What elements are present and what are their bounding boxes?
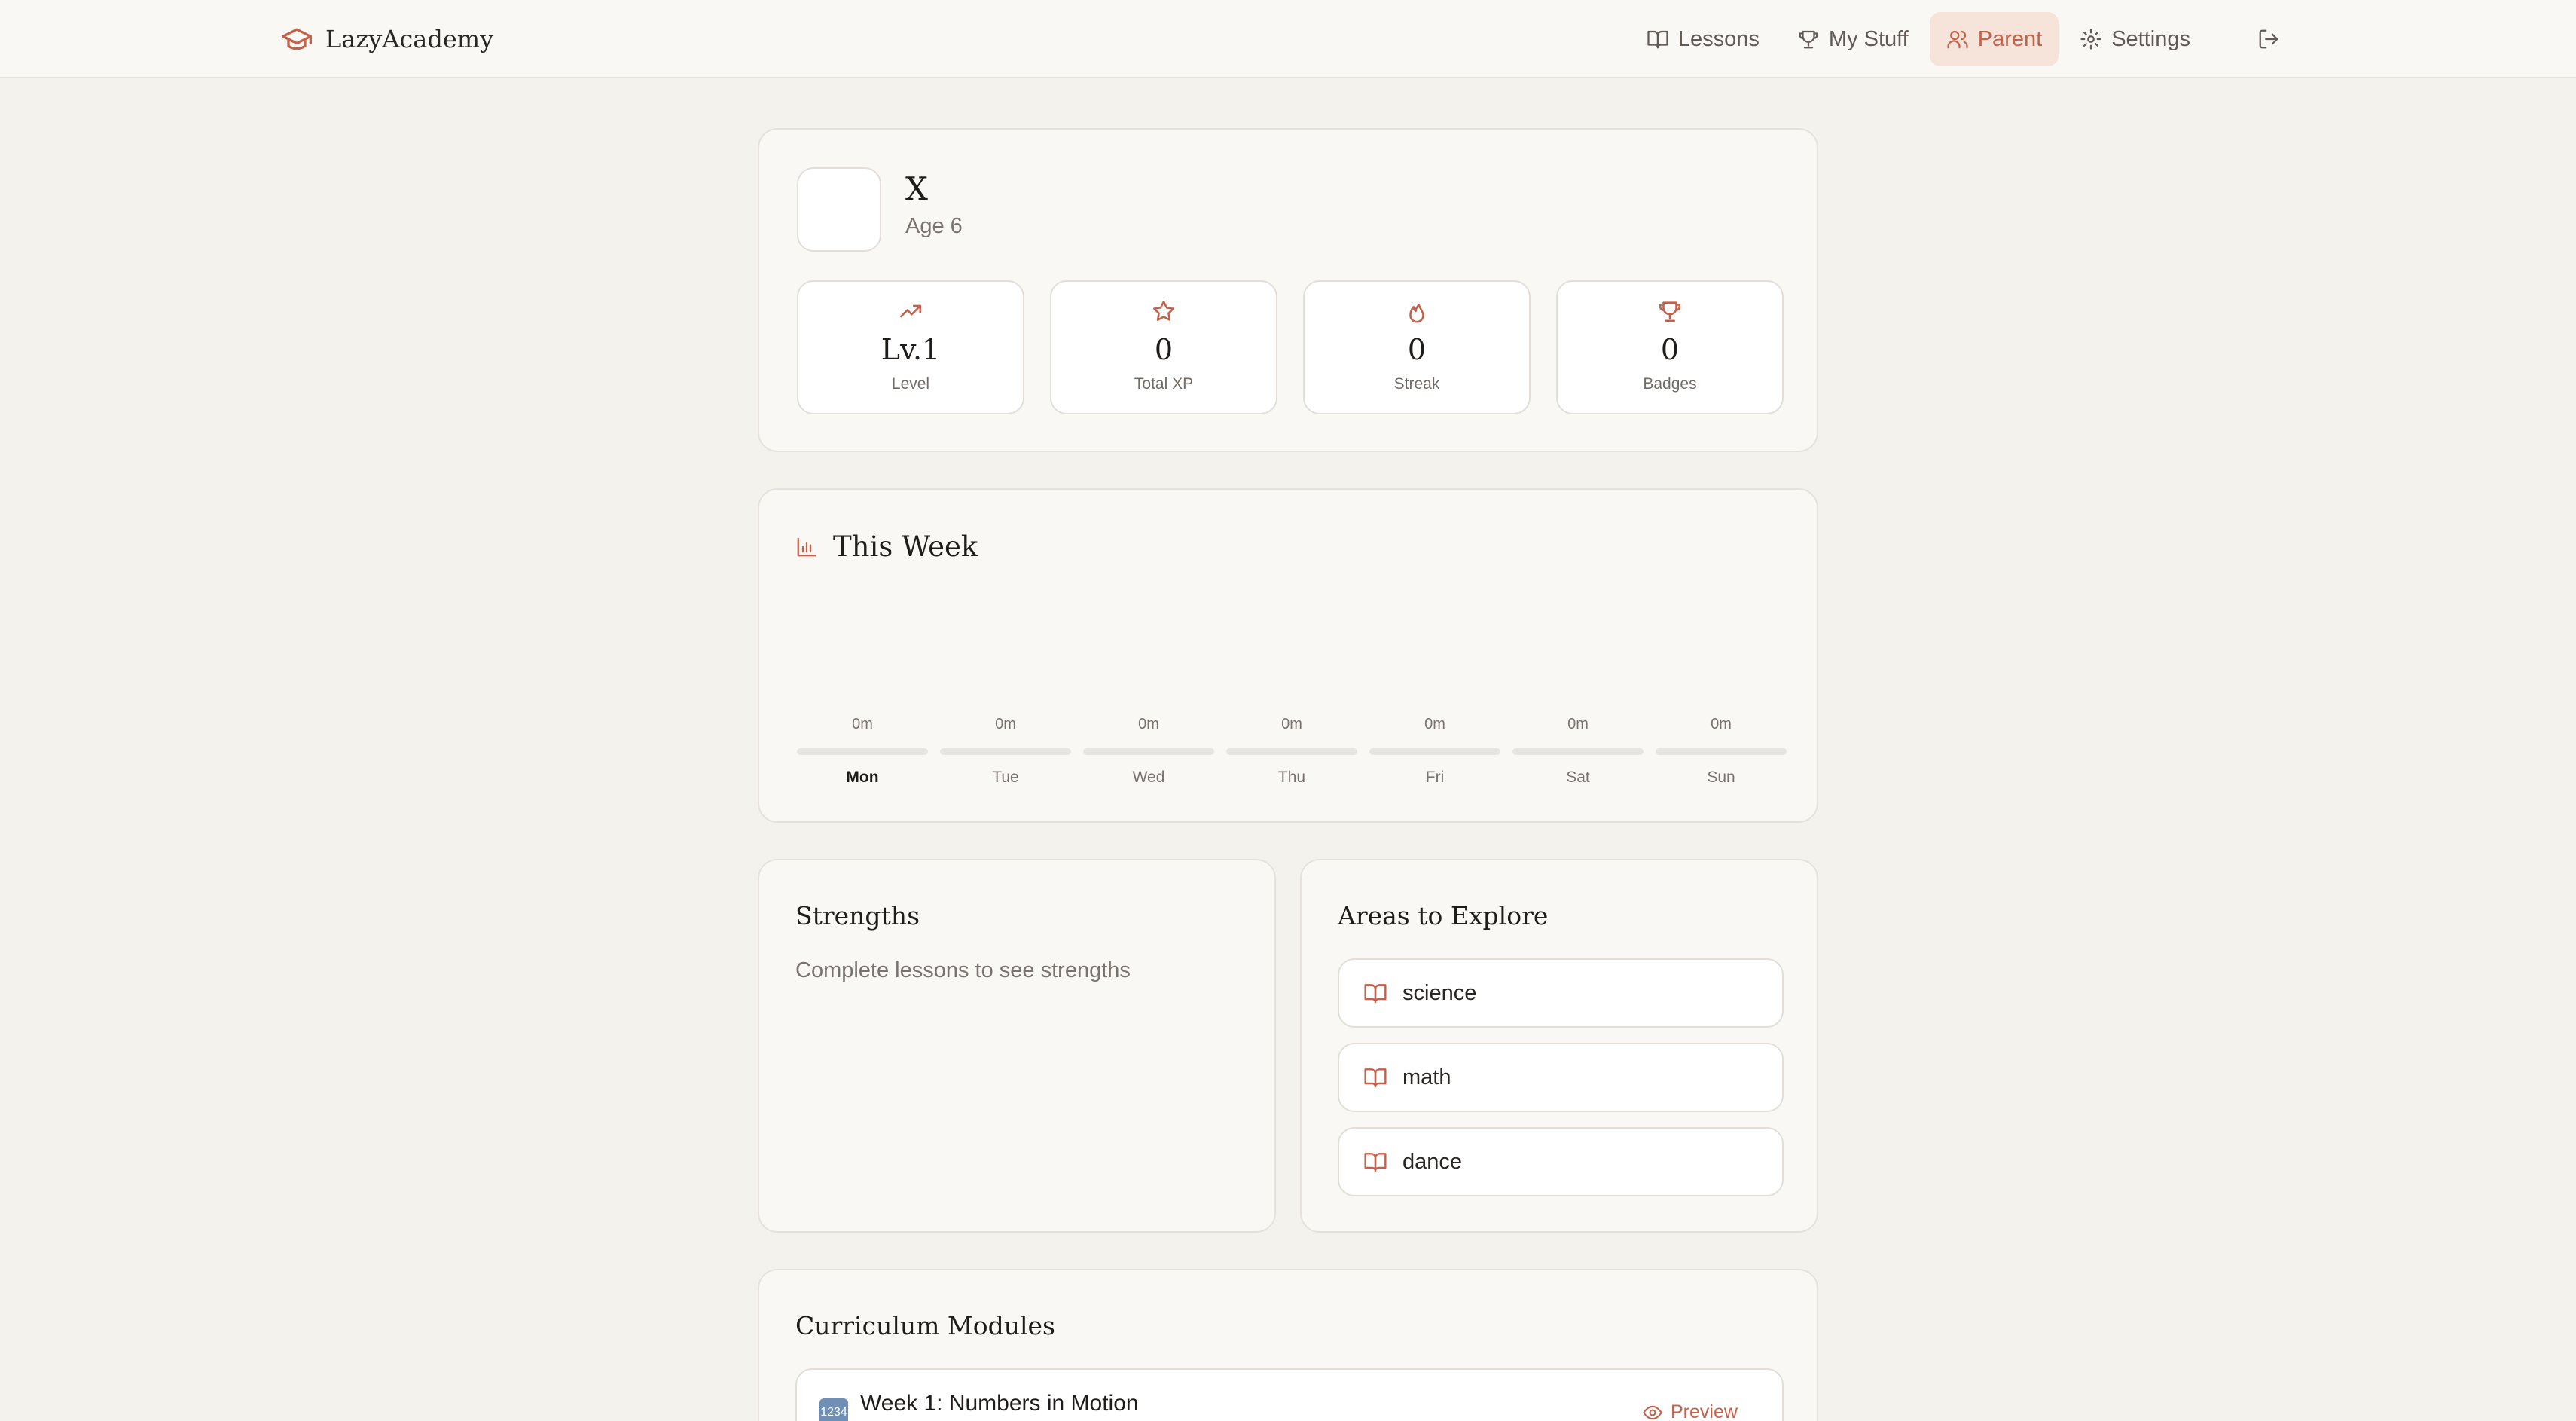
day-bar xyxy=(940,748,1071,755)
book-open-icon xyxy=(1364,1068,1387,1088)
module-title: Week 1: Numbers in Motion xyxy=(860,1391,1139,1416)
numbers-emoji-icon: 1234 xyxy=(819,1398,848,1421)
logout-icon xyxy=(2259,29,2278,49)
stat-total-xp-value: 0 xyxy=(1154,333,1174,366)
day-minutes: 0m xyxy=(1138,716,1159,732)
weekly-activity-card: This Week 0m Mon 0m Tue 0m Wed 0m Thu 0m… xyxy=(758,488,1818,823)
book-open-icon xyxy=(1364,1153,1387,1172)
child-profile-card: X Age 6 Lv.1 Level 0 Total XP 0 Streak 0… xyxy=(758,128,1818,452)
curriculum-modules-title: Curriculum Modules xyxy=(795,1311,1055,1340)
users-icon xyxy=(1947,30,1968,49)
graduation-cap-icon xyxy=(282,28,312,50)
book-open-icon xyxy=(1364,984,1387,1004)
stat-badges-label: Badges xyxy=(1643,375,1697,393)
stat-streak: 0 Streak xyxy=(1303,280,1531,414)
day-fri: 0m Fri xyxy=(1369,716,1500,787)
day-sat: 0m Sat xyxy=(1512,716,1644,787)
top-navbar: LazyAcademy Lessons My Stuff Parent Sett… xyxy=(0,0,2576,78)
day-bar xyxy=(1369,748,1500,755)
day-label: Wed xyxy=(1132,769,1165,786)
stat-total-xp: 0 Total XP xyxy=(1050,280,1277,414)
day-minutes: 0m xyxy=(995,716,1016,732)
module-row[interactable]: 1234 Week 1: Numbers in Motion Preview xyxy=(795,1368,1784,1421)
day-bar xyxy=(1226,748,1357,755)
book-open-icon xyxy=(1647,30,1668,49)
day-label: Sat xyxy=(1566,769,1590,786)
areas-to-explore-card: Areas to Explore science math dance xyxy=(1300,859,1818,1233)
day-wed: 0m Wed xyxy=(1083,716,1214,787)
nav-parent-label: Parent xyxy=(1977,26,2043,51)
stat-badges-value: 0 xyxy=(1660,333,1680,366)
bar-chart-icon xyxy=(797,537,816,556)
day-thu: 0m Thu xyxy=(1226,716,1357,787)
day-minutes: 0m xyxy=(1281,716,1302,732)
trophy-icon xyxy=(1799,30,1818,49)
day-bar xyxy=(1656,748,1787,755)
curriculum-modules-card: Curriculum Modules 1234 Week 1: Numbers … xyxy=(758,1269,1818,1421)
stat-level: Lv.1 Level xyxy=(797,280,1024,414)
day-label: Sun xyxy=(1707,769,1735,786)
stat-level-value: Lv.1 xyxy=(881,333,941,366)
day-sun: 0m Sun xyxy=(1656,716,1787,787)
module-preview-button[interactable]: Preview xyxy=(1642,1401,1738,1421)
flame-icon xyxy=(1409,304,1424,323)
trending-up-icon xyxy=(899,304,922,318)
day-minutes: 0m xyxy=(852,716,873,732)
day-label: Thu xyxy=(1277,769,1306,786)
module-preview-label: Preview xyxy=(1671,1401,1738,1421)
day-bar xyxy=(1512,748,1644,755)
nav-my-stuff[interactable]: My Stuff xyxy=(1781,12,1925,66)
day-minutes: 0m xyxy=(1424,716,1445,732)
nav-settings-label: Settings xyxy=(2111,26,2190,51)
day-bar xyxy=(797,748,928,755)
stat-streak-value: 0 xyxy=(1407,333,1427,366)
nav-lessons-label: Lessons xyxy=(1677,26,1760,51)
explore-item-label: dance xyxy=(1402,1149,1463,1174)
weekly-activity-header: This Week xyxy=(795,530,978,563)
day-bar xyxy=(1083,748,1214,755)
strengths-empty-message: Complete lessons to see strengths xyxy=(795,958,1131,982)
explore-item-dance[interactable]: dance xyxy=(1338,1127,1784,1196)
child-age: Age 6 xyxy=(905,214,963,238)
star-icon xyxy=(1152,300,1175,321)
brand-name: LazyAcademy xyxy=(325,25,494,53)
explore-item-label: science xyxy=(1402,980,1477,1005)
explore-item-math[interactable]: math xyxy=(1338,1043,1784,1112)
explore-item-science[interactable]: science xyxy=(1338,958,1784,1028)
nav-parent[interactable]: Parent xyxy=(1929,12,2059,66)
stat-badges: 0 Badges xyxy=(1556,280,1784,414)
logout-button[interactable] xyxy=(2242,12,2296,66)
day-tue: 0m Tue xyxy=(940,716,1071,787)
areas-to-explore-title: Areas to Explore xyxy=(1338,901,1549,931)
avatar xyxy=(797,167,881,252)
nav-my-stuff-label: My Stuff xyxy=(1828,26,1909,51)
main-nav: Lessons My Stuff Parent Settings xyxy=(1630,11,2576,68)
nav-settings[interactable]: Settings xyxy=(2063,12,2207,66)
eye-icon xyxy=(1643,1405,1662,1419)
day-label: Tue xyxy=(992,769,1019,786)
weekly-activity-bars: 0m Mon 0m Tue 0m Wed 0m Thu 0m Fri 0m Sa… xyxy=(797,716,1787,787)
gear-icon xyxy=(2080,29,2101,50)
areas-to-explore-list: science math dance xyxy=(1338,958,1784,1196)
stat-total-xp-label: Total XP xyxy=(1134,375,1194,393)
trophy-icon xyxy=(1659,301,1681,322)
nav-lessons[interactable]: Lessons xyxy=(1630,12,1776,66)
strengths-title: Strengths xyxy=(795,901,920,931)
day-label: Mon xyxy=(846,769,879,786)
stat-level-label: Level xyxy=(891,375,930,393)
stats-row: Lv.1 Level 0 Total XP 0 Streak 0 Badges xyxy=(797,280,1784,414)
child-name: X xyxy=(905,170,928,207)
stat-streak-label: Streak xyxy=(1393,375,1440,393)
day-label: Fri xyxy=(1425,769,1445,786)
day-mon: 0m Mon xyxy=(797,716,928,787)
explore-item-label: math xyxy=(1402,1065,1451,1089)
weekly-activity-title: This Week xyxy=(833,530,978,563)
strengths-card: Strengths Complete lessons to see streng… xyxy=(758,859,1276,1233)
day-minutes: 0m xyxy=(1567,716,1589,732)
day-minutes: 0m xyxy=(1711,716,1732,732)
brand-logo-link[interactable]: LazyAcademy xyxy=(280,20,493,59)
